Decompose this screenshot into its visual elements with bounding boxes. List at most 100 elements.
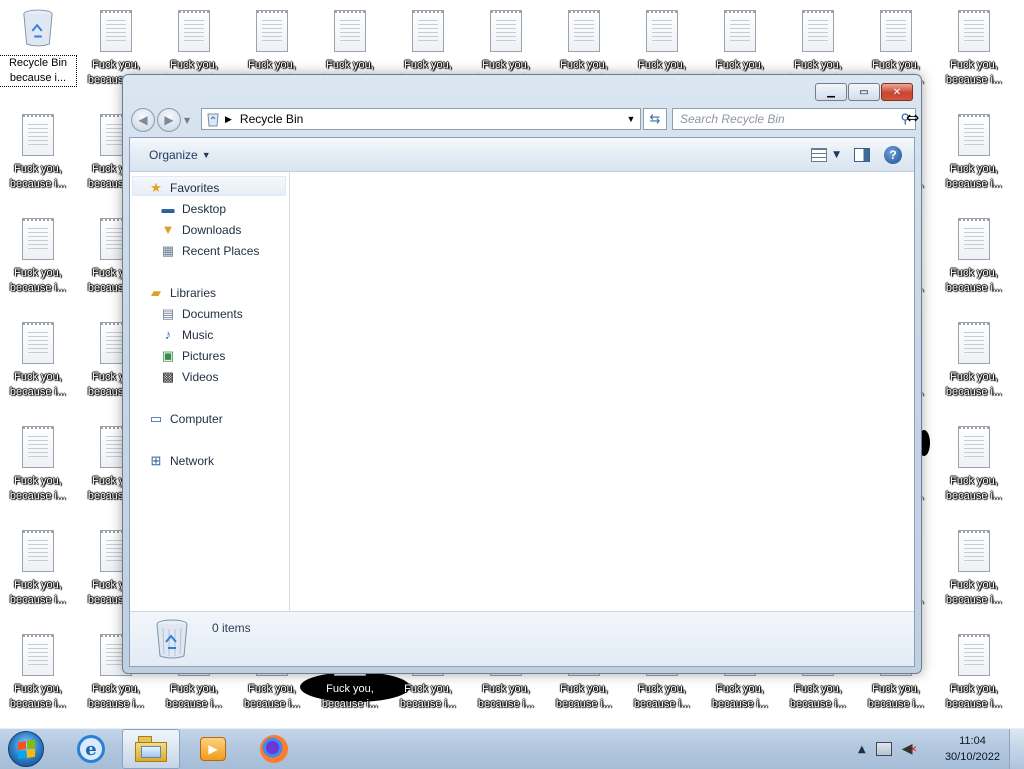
desktop-file[interactable]: Fuck you,because i... [936,312,1012,412]
recycle-bin-small-icon [207,113,219,127]
maximize-button[interactable]: ▭ [848,83,880,101]
desktop-file[interactable]: Fuck you,because i... [936,0,1012,100]
desktop-icon-label: Fuck you,because i... [321,683,379,710]
command-bar: Organize ▼ ▼ ? [130,138,914,172]
breadcrumb-chevron-icon[interactable]: ▶ [225,114,232,125]
nav-item-videos[interactable]: ▩ Videos [160,366,219,387]
nav-label: Recent Places [182,243,260,258]
nav-item-music[interactable]: ♪ Music [160,324,214,345]
music-icon: ♪ [164,327,172,342]
nav-item-pictures[interactable]: ▣ Pictures [160,345,226,366]
desktop-file[interactable]: Fuck you,because i... [936,416,1012,516]
search-placeholder: Search Recycle Bin [680,112,785,126]
text-document-icon [22,218,54,260]
preview-pane-icon[interactable] [854,147,870,162]
nav-item-desktop[interactable]: ▬ Desktop [160,198,227,219]
show-desktop-button[interactable] [1009,729,1024,769]
chevron-down-icon[interactable]: ▼ [833,150,840,160]
nav-label: Downloads [182,222,242,237]
desktop-recycle-bin[interactable]: Recycle Bin because i... [0,0,77,100]
recent-places-icon: ▦ [161,242,175,258]
desktop-file[interactable]: Fuck you,because i... [936,104,1012,204]
address-dropdown-icon[interactable]: ▼ [621,114,640,124]
desktop-icon-label: Fuck you,because i... [789,683,847,710]
pictures-icon: ▣ [161,347,175,363]
back-button[interactable]: ◀ [131,108,155,132]
clock[interactable]: 11:04 30/10/2022 [945,733,1000,765]
nav-libraries[interactable]: ▰ Libraries [148,282,216,303]
text-document-icon [958,426,990,468]
desktop-icon-label: Fuck you,because i... [165,683,223,710]
nav-label: Documents [182,306,243,321]
nav-item-documents[interactable]: ▤ Documents [160,303,243,324]
minimize-button[interactable]: ▁ [815,83,847,101]
network-status-icon[interactable] [875,742,892,756]
desktop-icon-label: Fuck you,because i... [9,579,67,606]
organize-button[interactable]: Organize ▼ [149,148,211,162]
firefox-icon [260,735,288,763]
taskbar-firefox[interactable] [245,729,303,769]
text-document-icon [958,530,990,572]
desktop-file[interactable]: Fuck you,because i... [0,624,76,724]
desktop-icon-label: Fuck you,because i... [9,163,67,190]
desktop-file[interactable]: Fuck you,because i... [0,104,76,204]
taskbar: e ▶ ▲ ◀ ✕ 11:04 30/10/2022 [0,728,1024,769]
text-document-icon [802,10,834,52]
desktop-file[interactable]: Fuck you,because i... [0,416,76,516]
internet-explorer-icon: e [77,735,105,763]
nav-item-recent-places[interactable]: ▦ Recent Places [160,240,260,261]
desktop-icon-label: Fuck you,because i... [9,683,67,710]
nav-item-downloads[interactable]: ▼ Downloads [160,219,242,240]
taskbar-windows-explorer[interactable] [122,729,180,769]
nav-network[interactable]: ⊞ Network [148,450,214,471]
nav-computer[interactable]: ▭ Computer [148,408,223,429]
desktop-icon-label: Fuck you,because i... [87,683,145,710]
resize-cursor-icon: ⇔ [906,108,920,127]
desktop-file[interactable]: Fuck you,because i... [936,520,1012,620]
desktop-icon-label: Fuck you,because i... [945,267,1003,294]
volume-muted-icon[interactable]: ◀ ✕ [902,741,918,757]
desktop-icon-label: Fuck you,because i... [711,683,769,710]
help-icon[interactable]: ? [884,145,902,164]
nav-label: Network [170,453,215,468]
desktop-icon-label: Fuck you,because i... [9,267,67,294]
desktop-icon-label: Fuck you,because i... [399,683,457,710]
text-document-icon [958,322,990,364]
desktop-icon-label: Fuck you,because i... [945,579,1003,606]
close-button[interactable]: ✕ [881,83,913,101]
start-button[interactable] [8,731,44,767]
taskbar-internet-explorer[interactable]: e [62,729,120,769]
address-bar[interactable]: ▶ Recycle Bin ▼ [201,108,641,130]
computer-icon: ▭ [149,410,163,426]
desktop-file[interactable]: Fuck you,because i... [936,624,1012,724]
nav-favorites[interactable]: ★ Favorites [148,177,219,198]
taskbar-media-player[interactable]: ▶ [184,729,242,769]
network-icon: ⊞ [150,452,162,468]
desktop-file[interactable]: Fuck you,because i... [0,520,76,620]
file-list-area[interactable] [290,172,914,612]
desktop-icon-label: Fuck you,because i... [945,475,1003,502]
item-count: 0 items [212,621,251,635]
recent-pages-dropdown-icon[interactable]: ▼ [184,116,190,125]
search-input[interactable]: Search Recycle Bin ⚲ [672,108,916,130]
text-document-icon [178,10,210,52]
forward-button[interactable]: ▶ [157,108,181,132]
text-document-icon [958,10,990,52]
recycle-bin-icon [156,619,188,659]
desktop-file[interactable]: Fuck you,because i... [936,208,1012,308]
details-pane: 0 items [130,611,914,666]
show-hidden-icons-icon[interactable]: ▲ [858,744,866,755]
text-document-icon [646,10,678,52]
breadcrumb-recycle-bin[interactable]: Recycle Bin [240,112,303,126]
views-icon [811,147,828,162]
refresh-button[interactable]: ⇆ [643,108,667,130]
windows-logo-icon [17,739,35,759]
text-document-icon [334,10,366,52]
change-view-button[interactable]: ▼ [811,147,840,162]
desktop-file[interactable]: Fuck you,because i... [0,208,76,308]
text-document-icon [22,322,54,364]
desktop-file[interactable]: Fuck you,because i... [0,312,76,412]
explorer-window[interactable]: ▁ ▭ ✕ ◀ ▶ ▼ ▶ Recycle Bin ▼ ⇆ Search Rec… [122,74,922,674]
folder-icon [135,736,167,762]
text-document-icon [22,634,54,676]
